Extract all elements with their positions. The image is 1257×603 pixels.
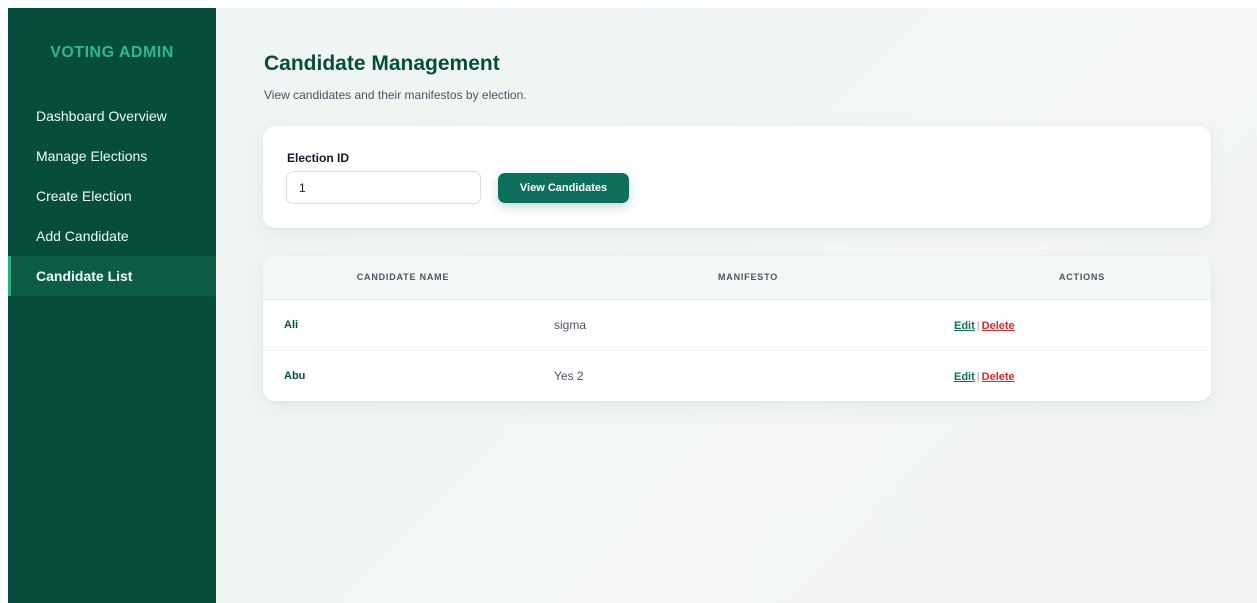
election-filter-card: Election ID View Candidates <box>263 126 1211 228</box>
election-id-input[interactable] <box>286 171 481 204</box>
sidebar-item-create-election[interactable]: Create Election <box>8 176 216 216</box>
view-candidates-button[interactable]: View Candidates <box>498 173 629 203</box>
sidebar-nav: Dashboard Overview Manage Elections Crea… <box>8 96 216 296</box>
table-row: Ali sigma Edit | Delete <box>263 299 1211 350</box>
sidebar-item-candidate-list[interactable]: Candidate List <box>8 256 216 296</box>
edit-link[interactable]: Edit <box>954 320 975 332</box>
table-header: CANDIDATE NAME MANIFESTO ACTIONS <box>263 256 1211 300</box>
actions-cell: Edit | Delete <box>953 299 1211 350</box>
action-separator: | <box>976 370 980 383</box>
row-actions: Edit | Delete <box>954 320 1015 332</box>
action-separator: | <box>976 319 980 332</box>
page-title: Candidate Management <box>264 52 500 75</box>
table-body: Ali sigma Edit | Delete Abu Yes 2 Edit |… <box>263 299 1211 401</box>
column-header-actions: ACTIONS <box>953 256 1211 300</box>
candidate-name-cell: Ali <box>284 318 299 331</box>
main-content: Candidate Management View candidates and… <box>216 8 1257 603</box>
delete-link[interactable]: Delete <box>982 371 1015 383</box>
sidebar: VOTING ADMIN Dashboard Overview Manage E… <box>8 8 216 603</box>
app-frame: VOTING ADMIN Dashboard Overview Manage E… <box>8 8 1257 603</box>
column-header-manifesto: MANIFESTO <box>543 256 953 300</box>
actions-cell: Edit | Delete <box>953 349 1211 401</box>
brand-logo-text: VOTING ADMIN <box>50 44 174 61</box>
sidebar-item-manage-elections[interactable]: Manage Elections <box>8 136 216 176</box>
edit-link[interactable]: Edit <box>954 371 975 383</box>
election-id-label: Election ID <box>287 151 350 165</box>
sidebar-item-dashboard-overview[interactable]: Dashboard Overview <box>8 96 216 136</box>
candidate-table-card: CANDIDATE NAME MANIFESTO ACTIONS Ali sig… <box>263 256 1211 401</box>
sidebar-item-add-candidate[interactable]: Add Candidate <box>8 216 216 256</box>
column-header-candidate-name: CANDIDATE NAME <box>263 256 543 300</box>
row-actions: Edit | Delete <box>954 371 1015 383</box>
candidate-table: CANDIDATE NAME MANIFESTO ACTIONS Ali sig… <box>263 256 1211 401</box>
table-row: Abu Yes 2 Edit | Delete <box>263 349 1211 401</box>
table-header-row: CANDIDATE NAME MANIFESTO ACTIONS <box>263 256 1211 300</box>
candidate-name-cell: Abu <box>263 349 543 401</box>
manifesto-cell: Yes 2 <box>543 349 953 401</box>
page-subtitle: View candidates and their manifestos by … <box>264 88 527 102</box>
delete-link[interactable]: Delete <box>982 320 1015 332</box>
manifesto-cell: sigma <box>554 317 587 332</box>
